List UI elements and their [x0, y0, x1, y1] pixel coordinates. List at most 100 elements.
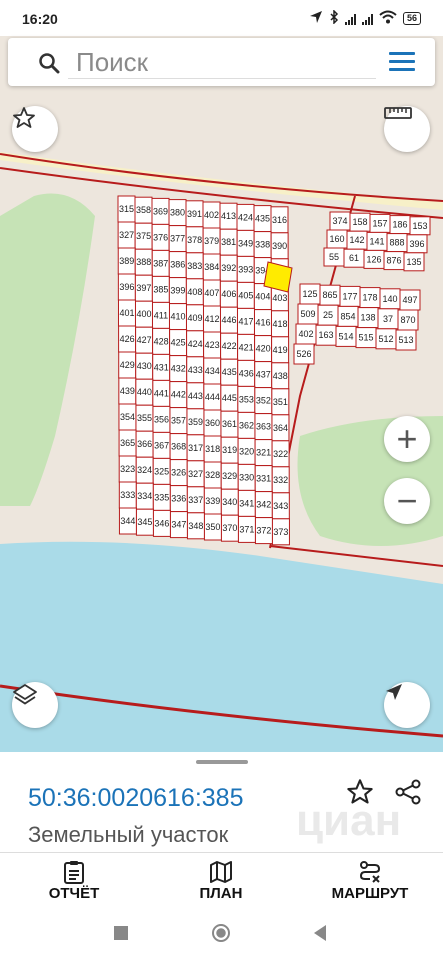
parcel-label: 376 — [153, 232, 168, 242]
parcel-label: 514 — [338, 331, 353, 341]
bottom-tab-bar: ОТЧЁТ ПЛАН МАРШРУТ — [0, 852, 443, 911]
parcel-label: 405 — [238, 290, 253, 300]
parcel-label: 335 — [154, 492, 169, 502]
forest-west — [0, 193, 95, 506]
parcel-label: 157 — [372, 218, 387, 228]
tab-route-label: МАРШРУТ — [331, 885, 409, 902]
wifi-icon — [379, 10, 397, 27]
favorite-star-icon[interactable] — [346, 778, 374, 811]
parcel-label: 396 — [119, 282, 134, 292]
parcel-label: 436 — [239, 368, 254, 378]
zoom-out-button[interactable]: − — [384, 478, 430, 524]
parcel-label: 350 — [205, 522, 220, 532]
status-icons: 56 — [309, 9, 421, 27]
favorite-map-button[interactable] — [12, 106, 58, 152]
layers-button[interactable] — [12, 682, 58, 728]
ruler-button[interactable] — [384, 106, 430, 152]
recent-apps-icon[interactable] — [114, 926, 128, 940]
parcel-label: 163 — [318, 330, 333, 340]
parcel-label: 396 — [409, 239, 424, 249]
cadastral-number[interactable]: 50:36:0020616:385 — [28, 784, 244, 813]
location-arrow-icon — [309, 10, 323, 27]
tab-report[interactable]: ОТЧЁТ — [44, 859, 104, 902]
parcel-label: 397 — [136, 283, 151, 293]
system-nav-bar — [0, 910, 443, 960]
parcel-label: 439 — [120, 386, 135, 396]
map-canvas[interactable]: 315 358 369 380 391 402 413 424 435 316327 375 376 3… — [0, 36, 443, 752]
parcel-label: 409 — [187, 313, 202, 323]
parcel-label: 381 — [221, 237, 236, 247]
parcel-label: 353 — [239, 394, 254, 404]
parcel-label: 403 — [272, 293, 287, 303]
parcel-label: 433 — [188, 365, 203, 375]
share-icon[interactable] — [394, 778, 422, 811]
parcel-label: 389 — [119, 256, 134, 266]
parcel-label: 365 — [120, 438, 135, 448]
parcel-label: 430 — [137, 361, 152, 371]
my-location-button[interactable] — [384, 682, 430, 728]
parcel-label: 393 — [238, 264, 253, 274]
parcel-label: 37 — [383, 314, 393, 324]
parcel-label: 418 — [272, 319, 287, 329]
parcel-label: 391 — [187, 209, 202, 219]
parcel-label: 865 — [322, 290, 337, 300]
parcel-label: 340 — [222, 497, 237, 507]
parcel-label: 55 — [329, 252, 339, 262]
parcel-label: 431 — [154, 362, 169, 372]
bluetooth-icon — [329, 9, 339, 27]
parcel-label: 406 — [221, 289, 236, 299]
parcel-label: 428 — [154, 336, 169, 346]
parcel-label: 437 — [256, 370, 271, 380]
zoom-in-button[interactable]: + — [384, 416, 430, 462]
tab-plan[interactable]: ПЛАН — [191, 859, 251, 902]
parcel-label: 352 — [256, 396, 271, 406]
parcel-label: 356 — [154, 414, 169, 424]
parcel-info-sheet[interactable]: циан 50:36:0020616:385 Земельный участок — [0, 752, 443, 852]
menu-icon[interactable] — [389, 52, 415, 72]
parcel-label: 186 — [392, 220, 407, 230]
parcel-label: 513 — [398, 335, 413, 345]
search-input[interactable] — [68, 46, 376, 79]
back-icon[interactable] — [312, 924, 328, 947]
sheet-drag-handle[interactable] — [196, 760, 248, 764]
parcel-label: 361 — [222, 419, 237, 429]
parcel-label: 401 — [119, 308, 134, 318]
parcel-label: 440 — [137, 387, 152, 397]
parcel-label: 347 — [171, 520, 186, 530]
parcel-label: 125 — [302, 289, 317, 299]
parcel-label: 328 — [205, 470, 220, 480]
status-bar: 16:20 56 — [0, 0, 443, 36]
parcel-label: 344 — [120, 516, 135, 526]
parcel-label: 336 — [171, 494, 186, 504]
parcel-label: 337 — [188, 495, 203, 505]
parcel-label: 435 — [255, 214, 270, 224]
parcel-label: 378 — [187, 235, 202, 245]
map-plan-icon — [191, 859, 251, 885]
parcel-label: 385 — [153, 284, 168, 294]
search-icon[interactable] — [38, 52, 60, 79]
home-icon[interactable] — [212, 924, 230, 942]
parcel-label: 434 — [205, 366, 220, 376]
route-icon — [325, 859, 415, 885]
parcel-label: 332 — [273, 475, 288, 485]
parcel-label: 427 — [137, 335, 152, 345]
parcel-label: 355 — [137, 413, 152, 423]
parcel-label: 408 — [187, 287, 202, 297]
parcel-label: 341 — [239, 498, 254, 508]
parcel-label: 419 — [273, 345, 288, 355]
parcel-label: 383 — [187, 261, 202, 271]
parcel-label: 348 — [188, 521, 203, 531]
parcel-label: 417 — [238, 316, 253, 326]
parcel-label: 338 — [255, 240, 270, 250]
parcel-label: 497 — [402, 295, 417, 305]
parcel-label: 413 — [221, 211, 236, 221]
cadastral-map[interactable]: 315 358 369 380 391 402 413 424 435 316 327 375 376 3… — [0, 36, 443, 752]
parcel-label: 142 — [349, 235, 364, 245]
tab-route[interactable]: МАРШРУТ — [325, 859, 415, 902]
parcel-label: 888 — [389, 238, 404, 248]
parcel-label: 444 — [205, 392, 220, 402]
parcel-label: 330 — [239, 472, 254, 482]
parcel-label: 372 — [256, 526, 271, 536]
parcel-label: 369 — [153, 206, 168, 216]
parcel-label: 349 — [238, 238, 253, 248]
